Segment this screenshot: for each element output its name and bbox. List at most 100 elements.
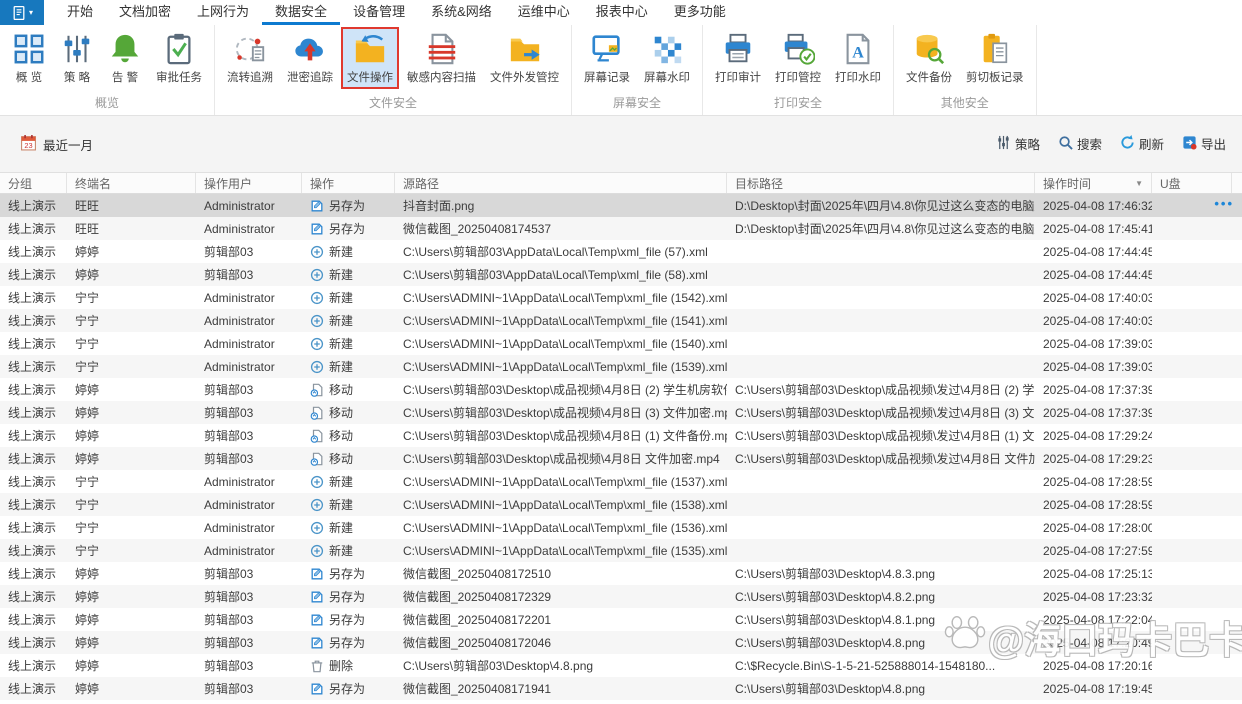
column-header-group[interactable]: 分组 (0, 173, 67, 193)
menu-tab-data-security[interactable]: 数据安全 (262, 0, 341, 25)
ribbon-item-circulation-trace[interactable]: 流转追溯 (221, 27, 279, 89)
ribbon-item-screen-record[interactable]: 屏幕记录 (578, 27, 636, 89)
ribbon-item-policy[interactable]: 策 略 (54, 27, 100, 89)
ribbon-item-sensitive-content-scan[interactable]: 敏感内容扫描 (401, 27, 482, 89)
column-header-time[interactable]: 操作时间 ▼ (1035, 173, 1152, 193)
app-menu-button[interactable]: ▾ (0, 0, 44, 25)
table-row[interactable]: 线上演示 婷婷 剪辑部03 移动 C:\Users\剪辑部03\Desktop\成品视频… (0, 401, 1242, 424)
op-label: 新建 (329, 498, 354, 512)
menu-tab-doc-encryption[interactable]: 文档加密 (106, 0, 184, 25)
cell-terminal: 婷婷 (75, 452, 100, 466)
table-row[interactable]: 线上演示 宁宁 Administrator 新建 C:\Users\ADMINI~1\A… (0, 493, 1242, 516)
table-row[interactable]: 线上演示 旺旺 Administrator 另存为 抖音封面.png D:\Desktop… (0, 194, 1242, 217)
save-as-icon (310, 636, 329, 650)
table-row[interactable]: 线上演示 婷婷 剪辑部03 移动 C:\Users\剪辑部03\Desktop\成品视频… (0, 447, 1242, 470)
menu-tab-ops-center[interactable]: 运维中心 (505, 0, 583, 25)
table-row[interactable]: 线上演示 婷婷 剪辑部03 移动 C:\Users\剪辑部03\Desktop\成品视频… (0, 378, 1242, 401)
column-header-usb[interactable]: U盘 (1152, 173, 1232, 193)
doc-a-icon: A (841, 32, 875, 66)
menu-tab-report-center[interactable]: 报表中心 (583, 0, 661, 25)
op-label: 新建 (329, 291, 354, 305)
row-actions-menu[interactable]: ••• (1214, 194, 1234, 217)
cell-time: 2025-04-08 17:39:03 (1043, 359, 1152, 374)
ribbon-item-leak-tracking[interactable]: 泄密追踪 (281, 27, 339, 89)
menu-tab-more-features[interactable]: 更多功能 (661, 0, 739, 25)
menu-tabs: 开始 文档加密 上网行为 数据安全 设备管理 系统&网络 运维中心 报表中心 更多功能 (54, 0, 739, 25)
cell-source: C:\Users\剪辑部03\AppData\Local\Temp\xml_fi… (403, 268, 708, 282)
ribbon-item-screen-watermark[interactable]: 屏幕水印 (638, 27, 696, 89)
cell-target: C:\Users\剪辑部03\Desktop\4.8.png (735, 636, 926, 650)
ribbon-item-alert[interactable]: 告 警 (102, 27, 148, 89)
column-header-user[interactable]: 操作用户 (196, 173, 302, 193)
op-label: 新建 (329, 544, 354, 558)
export-button[interactable]: 导出 (1182, 134, 1226, 153)
table-row[interactable]: 线上演示 婷婷 剪辑部03 新建 C:\Users\剪辑部03\AppData\Loca… (0, 263, 1242, 286)
column-header-label: 操作用户 (204, 176, 253, 191)
menu-tab-system-network[interactable]: 系统&网络 (418, 0, 505, 25)
column-header-op[interactable]: 操作 (302, 173, 395, 193)
table-row[interactable]: 线上演示 婷婷 剪辑部03 移动 C:\Users\剪辑部03\Desktop\成品视频… (0, 424, 1242, 447)
column-header-target[interactable]: 目标路径 (727, 173, 1035, 193)
svg-text:A: A (852, 45, 864, 62)
search-button[interactable]: 搜索 (1058, 134, 1102, 153)
cell-op: 新建 (302, 539, 395, 562)
column-header-terminal[interactable]: 终端名 (67, 173, 196, 193)
cell-terminal: 婷婷 (75, 245, 100, 259)
cell-user: Administrator (204, 497, 275, 512)
op-label: 另存为 (329, 590, 366, 604)
table-row[interactable]: 线上演示 宁宁 Administrator 新建 C:\Users\ADMINI~1\A… (0, 355, 1242, 378)
menu-tab-web-behavior[interactable]: 上网行为 (184, 0, 262, 25)
cell-group: 线上演示 (8, 498, 57, 512)
table-row[interactable]: 线上演示 宁宁 Administrator 新建 C:\Users\ADMINI~1\A… (0, 332, 1242, 355)
column-header-label: 操作 (310, 176, 335, 191)
cell-target: C:\$Recycle.Bin\S-1-5-21-525888014-15481… (735, 658, 996, 673)
table-row[interactable]: 线上演示 宁宁 Administrator 新建 C:\Users\ADMINI~1\A… (0, 286, 1242, 309)
table-row[interactable]: 线上演示 婷婷 剪辑部03 删除 C:\Users\剪辑部03\Desktop\4.8.… (0, 654, 1242, 677)
ribbon-item-clipboard-record[interactable]: 剪切板记录 (960, 27, 1030, 89)
op-label: 删除 (329, 659, 354, 673)
column-header-source[interactable]: 源路径 (395, 173, 727, 193)
table-row[interactable]: 线上演示 婷婷 剪辑部03 另存为 微信截图_20250408171941 C:\User… (0, 677, 1242, 700)
column-header-label: U盘 (1160, 176, 1181, 191)
cell-target: C:\Users\剪辑部03\Desktop\成品视频\发过\4月8日 (2) … (735, 383, 1035, 397)
cell-user: 剪辑部03 (204, 613, 254, 627)
policy-button[interactable]: 策略 (996, 134, 1040, 153)
refresh-button[interactable]: 刷新 (1120, 134, 1164, 153)
printer-shield-icon (781, 32, 815, 66)
table-row[interactable]: 线上演示 宁宁 Administrator 新建 C:\Users\ADMINI~1\A… (0, 516, 1242, 539)
table-row[interactable]: 线上演示 宁宁 Administrator 新建 C:\Users\ADMINI~1\A… (0, 539, 1242, 562)
cell-usb (1152, 286, 1232, 309)
table-row[interactable]: 线上演示 旺旺 Administrator 另存为 微信截图_2025040817453… (0, 217, 1242, 240)
menu-tab-start[interactable]: 开始 (54, 0, 106, 25)
table-row[interactable]: 线上演示 婷婷 剪辑部03 新建 C:\Users\剪辑部03\AppData\Loca… (0, 240, 1242, 263)
table-row[interactable]: 线上演示 宁宁 Administrator 新建 C:\Users\ADMINI~1\A… (0, 470, 1242, 493)
ribbon-item-file-operations[interactable]: 文件操作 (341, 27, 399, 89)
ribbon-item-print-audit[interactable]: 打印审计 (709, 27, 767, 89)
date-range-filter[interactable]: 23 最近一月 (20, 134, 93, 154)
cell-terminal: 宁宁 (75, 521, 100, 535)
cell-time: 2025-04-08 17:37:39 (1043, 382, 1152, 397)
table-row[interactable]: 线上演示 宁宁 Administrator 新建 C:\Users\ADMINI~1\A… (0, 309, 1242, 332)
ribbon-item-print-control[interactable]: 打印管控 (769, 27, 827, 89)
ribbon-item-label: 策 略 (63, 72, 91, 84)
filter-bar: 23 最近一月 策略 搜索 刷新 导出 (0, 116, 1242, 172)
cell-time: 2025-04-08 17:28:59 (1043, 497, 1152, 512)
ribbon-item-print-watermark[interactable]: A 打印水印 (829, 27, 887, 89)
ribbon-item-label: 流转追溯 (227, 72, 273, 84)
ribbon-item-file-outgoing-control[interactable]: 文件外发管控 (484, 27, 565, 89)
chevron-down-icon[interactable]: ▼ (1135, 179, 1143, 188)
table-row[interactable]: 线上演示 婷婷 剪辑部03 另存为 微信截图_20250408172201 C:\User… (0, 608, 1242, 631)
cell-terminal: 婷婷 (75, 590, 100, 604)
cell-source: C:\Users\ADMINI~1\AppData\Local\Temp\xml… (403, 497, 727, 512)
cell-op: 移动 (302, 447, 395, 470)
table-row[interactable]: 线上演示 婷婷 剪辑部03 另存为 微信截图_20250408172046 C:\User… (0, 631, 1242, 654)
cell-source: C:\Users\ADMINI~1\AppData\Local\Temp\xml… (403, 313, 727, 328)
ribbon-item-approval-tasks[interactable]: 审批任务 (150, 27, 208, 89)
table-row[interactable]: 线上演示 婷婷 剪辑部03 另存为 微信截图_20250408172510 C:\User… (0, 562, 1242, 585)
cell-group: 线上演示 (8, 406, 57, 420)
ribbon-item-overview[interactable]: 概 览 (6, 27, 52, 89)
create-icon (310, 498, 329, 512)
menu-tab-device-mgmt[interactable]: 设备管理 (340, 0, 418, 25)
table-row[interactable]: 线上演示 婷婷 剪辑部03 另存为 微信截图_20250408172329 C:\User… (0, 585, 1242, 608)
ribbon-item-file-backup[interactable]: 文件备份 (900, 27, 958, 89)
